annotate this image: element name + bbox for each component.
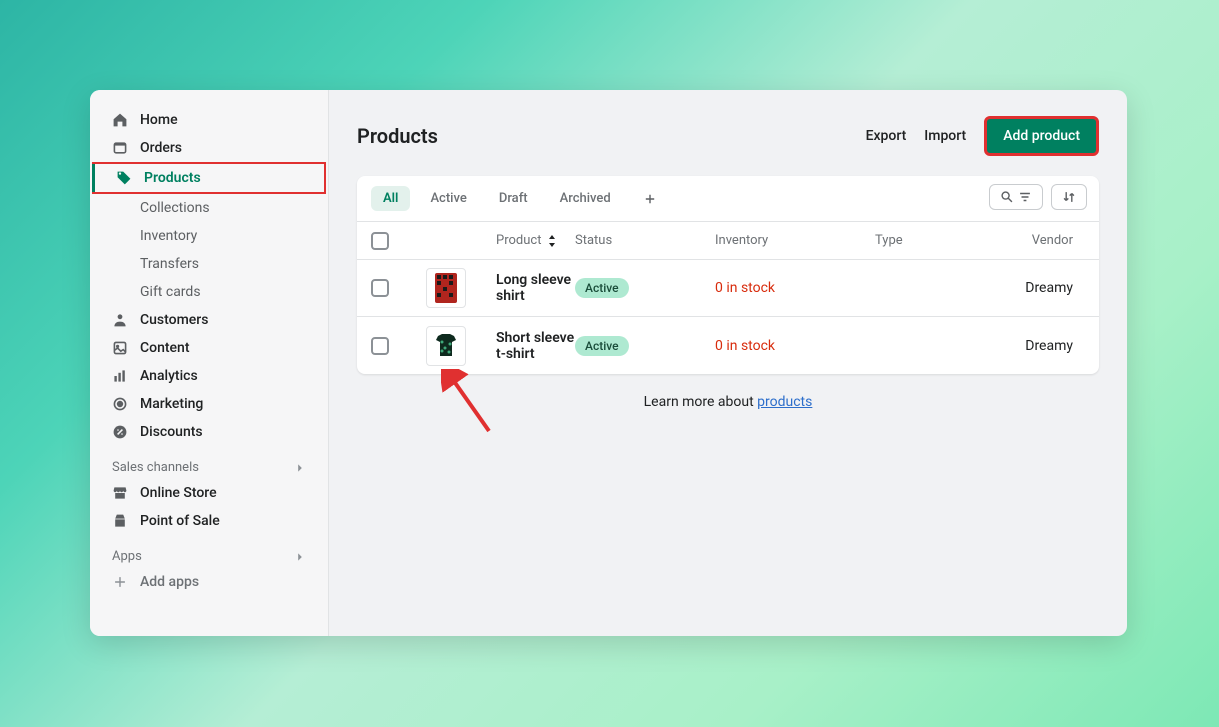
apps-header[interactable]: Apps	[90, 535, 328, 568]
products-card: All Active Draft Archived	[357, 176, 1099, 374]
nav-label: Gift cards	[140, 284, 201, 300]
tab-draft[interactable]: Draft	[487, 186, 540, 211]
product-name[interactable]: Long sleeve shirt	[496, 272, 575, 304]
add-view-button[interactable]	[631, 187, 669, 211]
pos-icon	[112, 513, 128, 529]
person-icon	[112, 312, 128, 328]
chevron-right-icon	[294, 462, 306, 474]
sidebar-channel-pos[interactable]: Point of Sale	[90, 507, 328, 535]
nav-label: Collections	[140, 200, 210, 216]
product-name[interactable]: Short sleeve t-shirt	[496, 330, 575, 362]
sidebar-item-products[interactable]: Products	[92, 162, 326, 194]
sidebar-channel-online-store[interactable]: Online Store	[90, 479, 328, 507]
content-icon	[112, 340, 128, 356]
target-icon	[112, 396, 128, 412]
filter-icon	[1018, 190, 1032, 204]
import-button[interactable]: Import	[924, 128, 966, 144]
nav-label: Content	[140, 340, 190, 356]
sidebar-sub-inventory[interactable]: Inventory	[90, 222, 328, 250]
product-thumbnail	[426, 326, 466, 366]
add-product-button[interactable]: Add product	[984, 116, 1099, 156]
nav-label: Marketing	[140, 396, 203, 412]
tag-icon	[116, 170, 132, 186]
nav-label: Add apps	[140, 574, 199, 590]
row-checkbox[interactable]	[371, 279, 389, 297]
nav-label: Home	[140, 112, 178, 128]
plus-icon	[643, 192, 657, 206]
main-content: Products Export Import Add product All A…	[329, 90, 1127, 636]
column-product[interactable]: Product	[496, 233, 541, 248]
sidebar-item-marketing[interactable]: Marketing	[90, 390, 328, 418]
column-inventory[interactable]: Inventory	[715, 233, 875, 248]
table-row[interactable]: Short sleeve t-shirt Active 0 in stock D…	[357, 317, 1099, 374]
add-apps-button[interactable]: Add apps	[90, 568, 328, 596]
sidebar-sub-collections[interactable]: Collections	[90, 194, 328, 222]
sidebar-item-content[interactable]: Content	[90, 334, 328, 362]
tab-all[interactable]: All	[371, 186, 410, 211]
discount-icon	[112, 424, 128, 440]
column-type[interactable]: Type	[875, 233, 975, 248]
learn-more-link[interactable]: products	[757, 394, 812, 410]
plus-icon	[112, 574, 128, 590]
learn-more-prefix: Learn more about	[644, 394, 758, 410]
tab-archived[interactable]: Archived	[548, 186, 623, 211]
nav-label: Analytics	[140, 368, 198, 384]
sidebar-item-customers[interactable]: Customers	[90, 306, 328, 334]
home-icon	[112, 112, 128, 128]
export-button[interactable]: Export	[866, 128, 907, 144]
table-controls	[989, 184, 1087, 210]
page-header: Products Export Import Add product	[357, 116, 1099, 156]
table-header: Product Status Inventory Type Vendor	[357, 222, 1099, 260]
nav-label: Customers	[140, 312, 208, 328]
inventory-value: 0 in stock	[715, 338, 875, 354]
status-badge: Active	[575, 278, 629, 298]
app-window: Home Orders Products Collections Invento…	[90, 90, 1127, 636]
sort-icon	[1062, 190, 1076, 204]
select-all-checkbox[interactable]	[371, 232, 389, 250]
store-icon	[112, 485, 128, 501]
chevron-right-icon	[294, 551, 306, 563]
column-status[interactable]: Status	[575, 233, 715, 248]
sort-button[interactable]	[1051, 184, 1087, 210]
orders-icon	[112, 140, 128, 156]
tab-active[interactable]: Active	[418, 186, 478, 211]
search-icon	[1000, 190, 1014, 204]
sidebar-sub-giftcards[interactable]: Gift cards	[90, 278, 328, 306]
learn-more-text: Learn more about products	[357, 394, 1099, 410]
section-label: Apps	[112, 549, 142, 564]
nav-label: Orders	[140, 140, 182, 156]
card-tabs: All Active Draft Archived	[357, 176, 1099, 222]
header-actions: Export Import Add product	[866, 116, 1099, 156]
product-thumbnail	[426, 268, 466, 308]
page-title: Products	[357, 124, 438, 148]
nav-label: Transfers	[140, 256, 199, 272]
sidebar-item-orders[interactable]: Orders	[90, 134, 328, 162]
search-filter-button[interactable]	[989, 184, 1043, 210]
nav-label: Inventory	[140, 228, 197, 244]
nav-label: Point of Sale	[140, 513, 220, 529]
nav-label: Online Store	[140, 485, 217, 501]
sidebar-sub-transfers[interactable]: Transfers	[90, 250, 328, 278]
bar-chart-icon	[112, 368, 128, 384]
section-label: Sales channels	[112, 460, 199, 475]
status-badge: Active	[575, 336, 629, 356]
sidebar: Home Orders Products Collections Invento…	[90, 90, 329, 636]
vendor-value: Dreamy	[975, 280, 1085, 296]
sidebar-item-home[interactable]: Home	[90, 106, 328, 134]
column-vendor[interactable]: Vendor	[975, 233, 1085, 248]
vendor-value: Dreamy	[975, 338, 1085, 354]
table-row[interactable]: Long sleeve shirt Active 0 in stock Drea…	[357, 260, 1099, 317]
inventory-value: 0 in stock	[715, 280, 875, 296]
sidebar-item-discounts[interactable]: Discounts	[90, 418, 328, 446]
row-checkbox[interactable]	[371, 337, 389, 355]
sales-channels-header[interactable]: Sales channels	[90, 446, 328, 479]
sidebar-item-analytics[interactable]: Analytics	[90, 362, 328, 390]
sort-indicator-icon	[547, 235, 557, 247]
nav-label: Discounts	[140, 424, 203, 440]
nav-label: Products	[144, 170, 201, 186]
